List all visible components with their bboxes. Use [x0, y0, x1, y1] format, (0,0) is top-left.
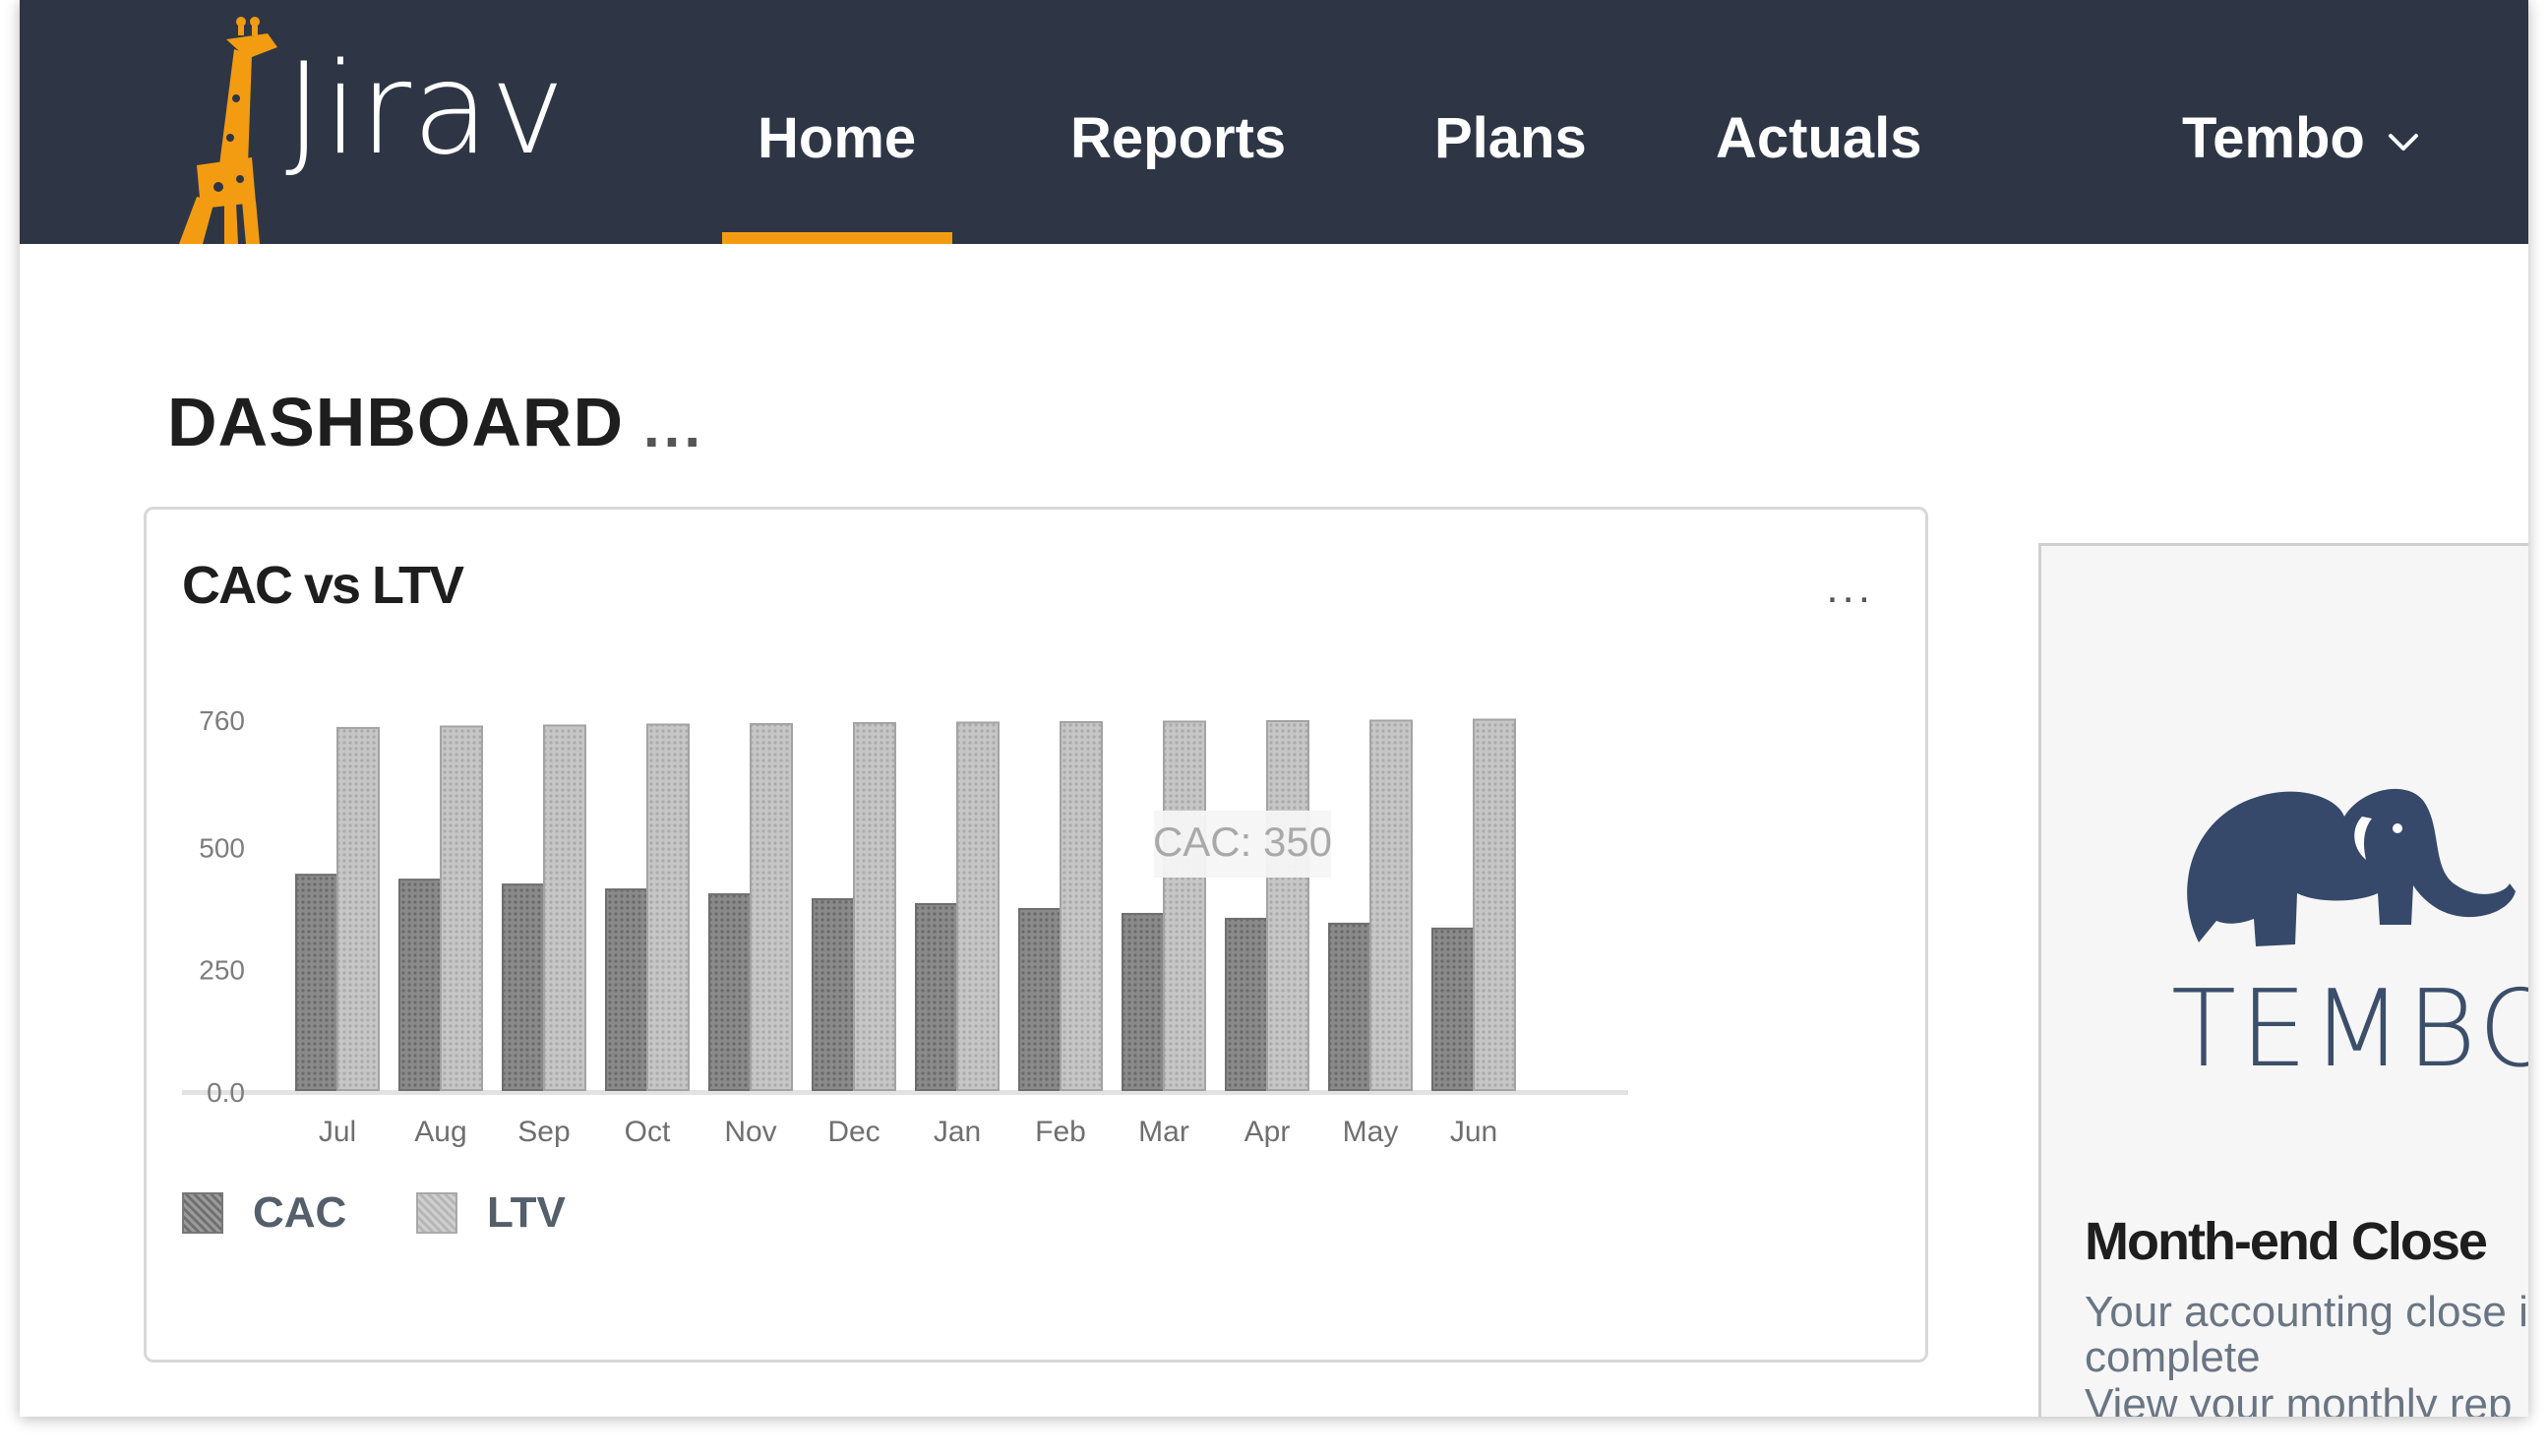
- x-tick-label: Jun: [1450, 1116, 1497, 1148]
- bar-cac-dec[interactable]: [812, 898, 855, 1091]
- account-name: Tembo: [2182, 106, 2365, 170]
- bar-ltv-apr[interactable]: [1266, 719, 1309, 1091]
- bar-cac-jan[interactable]: [915, 903, 958, 1091]
- bar-ltv-jul[interactable]: [336, 726, 380, 1092]
- x-tick-label: Dec: [827, 1116, 880, 1148]
- month-end-close-card[interactable]: TEMBO Month-end Close Your accounting cl…: [2038, 543, 2528, 1417]
- bar-ltv-oct[interactable]: [646, 723, 690, 1091]
- y-tick-label: 500: [199, 832, 245, 863]
- page-title: DASHBOARD: [167, 384, 624, 460]
- bar-ltv-dec[interactable]: [853, 721, 896, 1091]
- bar-cac-jun[interactable]: [1431, 927, 1475, 1091]
- nav-reports[interactable]: Reports: [1070, 110, 1286, 167]
- nav-plans[interactable]: Plans: [1434, 110, 1587, 167]
- bar-cac-apr[interactable]: [1225, 917, 1268, 1091]
- x-tick-label: Jan: [934, 1116, 981, 1148]
- month-end-title: Month-end Close: [2085, 1212, 2488, 1271]
- legend-item-ltv[interactable]: LTV: [416, 1188, 566, 1238]
- bar-cac-may[interactable]: [1328, 922, 1371, 1092]
- jirav-logo[interactable]: Jirav: [157, 0, 571, 244]
- dashboard-more-menu[interactable]: ...: [643, 397, 704, 456]
- bar-ltv-feb[interactable]: [1060, 720, 1103, 1091]
- elephant-icon: [2187, 788, 2516, 946]
- legend-label-ltv: LTV: [487, 1188, 566, 1237]
- bar-ltv-jun[interactable]: [1473, 718, 1516, 1092]
- bar-ltv-mar[interactable]: [1163, 720, 1206, 1092]
- tooltip-text: CAC: 350: [1153, 819, 1332, 865]
- bar-ltv-may[interactable]: [1369, 719, 1413, 1091]
- logo-wordmark: Jirav: [285, 36, 567, 183]
- giraffe-icon: [179, 17, 277, 244]
- active-tab-indicator: [722, 232, 952, 244]
- legend-item-cac[interactable]: CAC: [182, 1188, 346, 1238]
- chart-tooltip: CAC: 350: [1153, 811, 1332, 878]
- y-tick-label: 250: [199, 955, 245, 986]
- bar-chart: 760 500 250 0.0 Jul Aug Sep Oct Nov Dec Jan Feb Mar…: [182, 705, 1628, 1148]
- legend-label-cac: CAC: [253, 1188, 347, 1237]
- bar-cac-sep[interactable]: [502, 883, 545, 1091]
- tembo-wordmark: TEMBO: [2171, 968, 2528, 1091]
- x-tick-label: Apr: [1244, 1116, 1291, 1148]
- x-tick-label: Sep: [517, 1116, 570, 1148]
- x-tick-label: Mar: [1138, 1116, 1189, 1148]
- y-tick-label: 760: [199, 705, 245, 736]
- nav-actuals[interactable]: Actuals: [1716, 110, 1922, 167]
- bar-cac-aug[interactable]: [398, 879, 442, 1092]
- bar-cac-jul[interactable]: [295, 874, 338, 1091]
- x-tick-label: Nov: [724, 1116, 776, 1148]
- view-report-link[interactable]: View your monthly rep: [2085, 1382, 2513, 1418]
- x-tick-label: Aug: [414, 1116, 466, 1148]
- bar-cac-nov[interactable]: [708, 893, 752, 1092]
- bar-ltv-sep[interactable]: [543, 724, 586, 1091]
- app-window: Jirav Home Reports Plans Actuals Tembo D…: [20, 0, 2528, 1417]
- month-end-description: Your accounting close is complete: [2085, 1288, 2528, 1381]
- top-nav: Jirav Home Reports Plans Actuals Tembo: [20, 0, 2528, 244]
- y-tick-label: 0.0: [207, 1077, 245, 1108]
- x-tick-label: Jul: [319, 1116, 356, 1148]
- bar-ltv-aug[interactable]: [440, 725, 483, 1091]
- nav-home[interactable]: Home: [758, 110, 916, 167]
- x-tick-label: Oct: [625, 1116, 671, 1148]
- chevron-down-icon: [2388, 133, 2418, 151]
- cac-swatch: [182, 1192, 223, 1234]
- bar-ltv-nov[interactable]: [750, 722, 793, 1091]
- cac-ltv-card: CAC vs LTV ... 760 500 250 0.0 Jul Aug Sep Oct…: [144, 507, 1928, 1363]
- ltv-swatch: [416, 1192, 457, 1234]
- bar-cac-oct[interactable]: [605, 888, 648, 1091]
- x-tick-label: May: [1343, 1116, 1399, 1148]
- bar-ltv-jan[interactable]: [956, 721, 1000, 1091]
- account-menu[interactable]: Tembo: [2182, 110, 2420, 167]
- bar-cac-feb[interactable]: [1018, 907, 1062, 1092]
- bar-cac-mar[interactable]: [1122, 912, 1165, 1091]
- x-tick-label: Feb: [1035, 1116, 1086, 1148]
